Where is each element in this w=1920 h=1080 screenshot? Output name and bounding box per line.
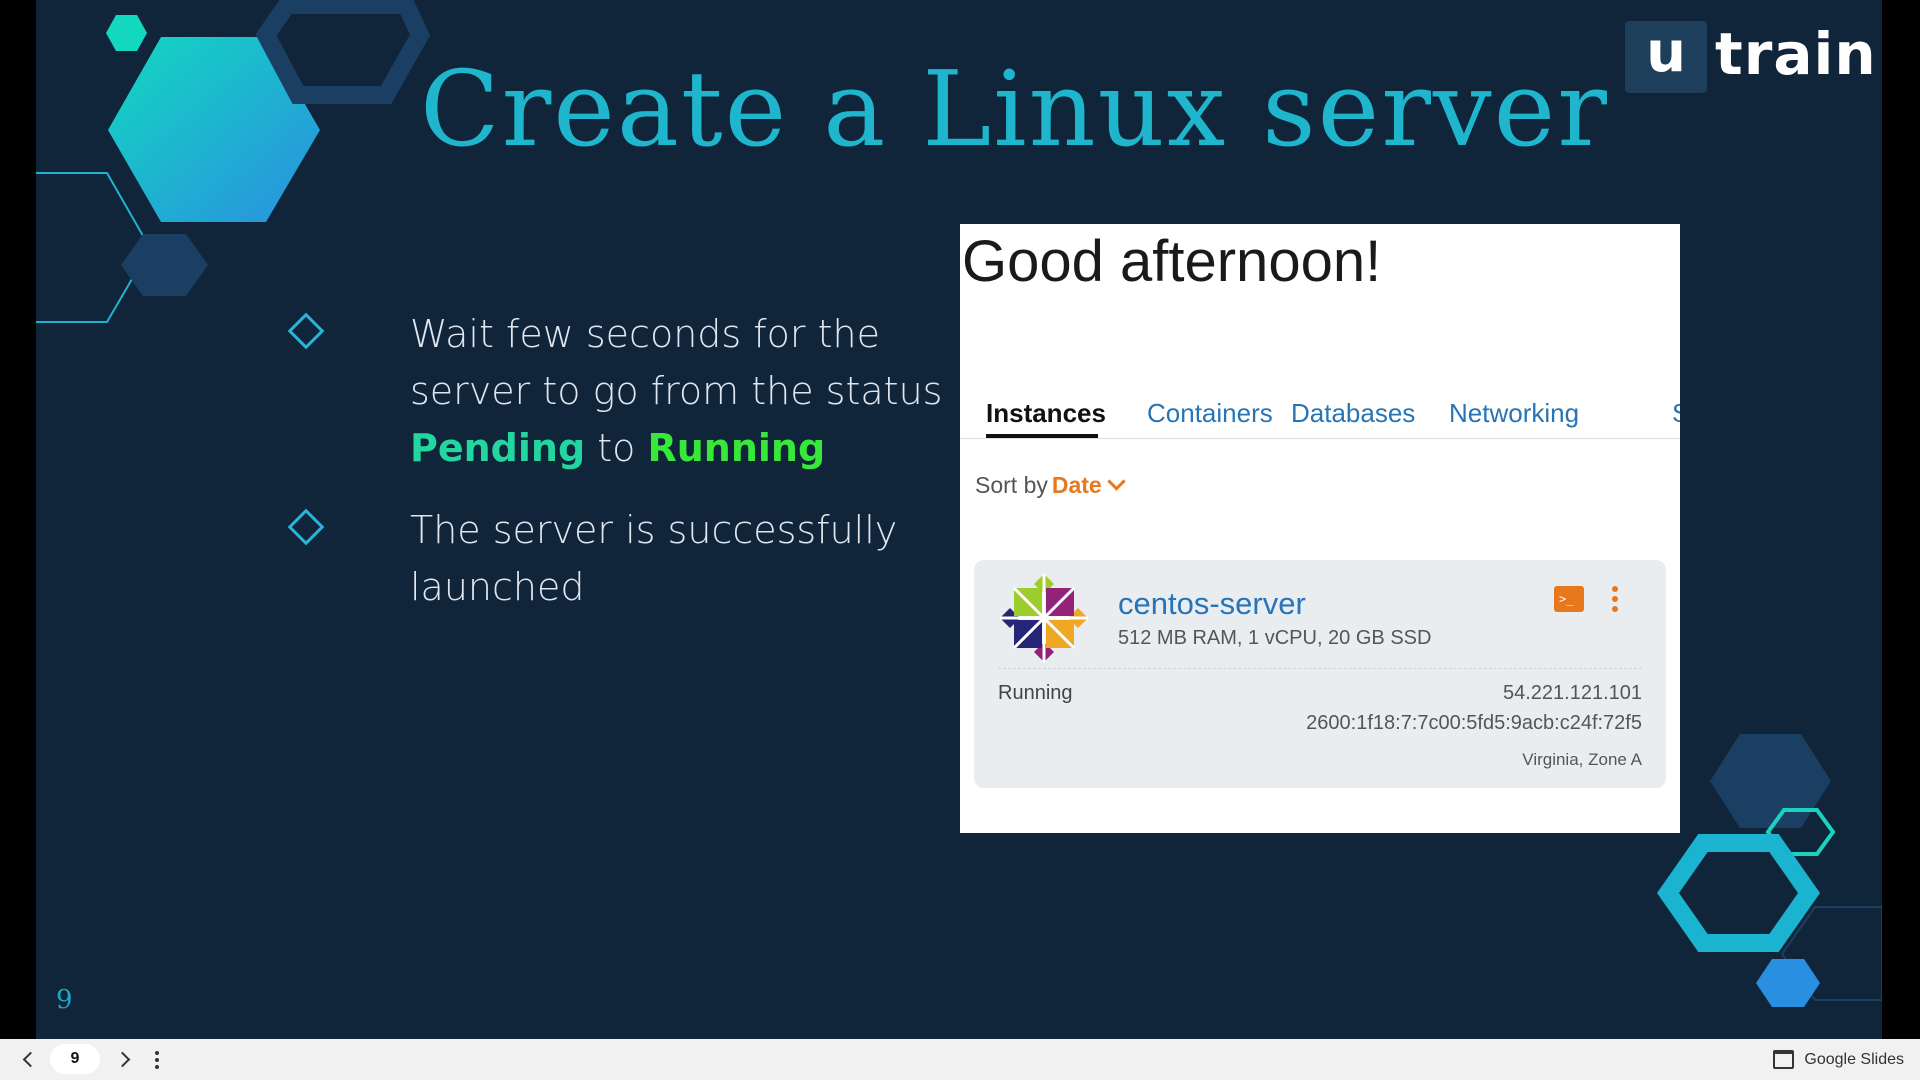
bullet-text: Wait few seconds for the server to go fr… <box>410 312 943 470</box>
bullet-item: Wait few seconds for the server to go fr… <box>285 306 942 470</box>
google-slides-link[interactable]: Google Slides <box>1773 1039 1904 1080</box>
tab-instances[interactable]: Instances <box>986 398 1106 429</box>
instance-name-link[interactable]: centos-server <box>1118 586 1306 622</box>
diamond-bullet-icon <box>287 312 325 350</box>
lightsail-screenshot: Good afternoon! Instances Containers Dat… <box>960 224 1680 833</box>
slides-toolbar: 9 Google Slides <box>0 1039 1920 1080</box>
tab-networking[interactable]: Networking <box>1449 398 1579 429</box>
tab-containers[interactable]: Containers <box>1147 398 1273 429</box>
status-running: Running <box>647 426 826 470</box>
sort-label: Sort by <box>975 472 1048 498</box>
tab-bar: Instances Containers Databases Networkin… <box>960 394 1680 439</box>
chevron-left-icon[interactable] <box>16 1039 40 1080</box>
brand-label: Google Slides <box>1804 1050 1904 1068</box>
terminal-icon[interactable]: >_ <box>1554 586 1584 612</box>
logo-wordmark: train <box>1715 20 1877 88</box>
instance-card[interactable]: centos-server 512 MB RAM, 1 vCPU, 20 GB … <box>974 560 1666 788</box>
chevron-down-icon <box>1107 472 1126 491</box>
instance-spec: 512 MB RAM, 1 vCPU, 20 GB SSD <box>1118 627 1432 649</box>
centos-logo-icon <box>1000 574 1088 662</box>
slide-title: Create a Linux server <box>420 48 1609 170</box>
logo-mark: u <box>1625 21 1707 93</box>
chevron-right-icon[interactable] <box>112 1039 136 1080</box>
tab-databases[interactable]: Databases <box>1291 398 1415 429</box>
diamond-bullet-icon <box>287 508 325 546</box>
card-divider <box>998 668 1642 669</box>
sort-control[interactable]: Sort by Date <box>975 472 1126 499</box>
status-pending: Pending <box>410 426 586 470</box>
instance-status: Running <box>998 682 1073 704</box>
bullet-item: The server is successfully launched <box>285 502 897 609</box>
instance-zone: Virginia, Zone A <box>1522 750 1642 769</box>
tab-truncated[interactable]: S <box>1672 398 1680 429</box>
slide: Create a Linux server u train Wait few s… <box>36 0 1882 1039</box>
page-number-input[interactable]: 9 <box>50 1044 100 1074</box>
sort-value: Date <box>1051 472 1102 498</box>
slides-icon <box>1773 1050 1795 1069</box>
more-vert-icon[interactable] <box>150 1039 164 1080</box>
active-tab-indicator <box>986 434 1098 438</box>
bullet-text: The server is successfully launched <box>410 508 898 609</box>
more-actions-icon[interactable] <box>1610 586 1620 616</box>
utrain-logo: u train <box>1625 21 1877 93</box>
slide-page-number: 9 <box>56 985 73 1015</box>
instance-ipv6: 2600:1f18:7:7c00:5fd5:9acb:c24f:72f5 <box>1306 712 1642 734</box>
greeting-heading: Good afternoon! <box>962 229 1382 294</box>
instance-ipv4: 54.221.121.101 <box>1502 682 1642 704</box>
